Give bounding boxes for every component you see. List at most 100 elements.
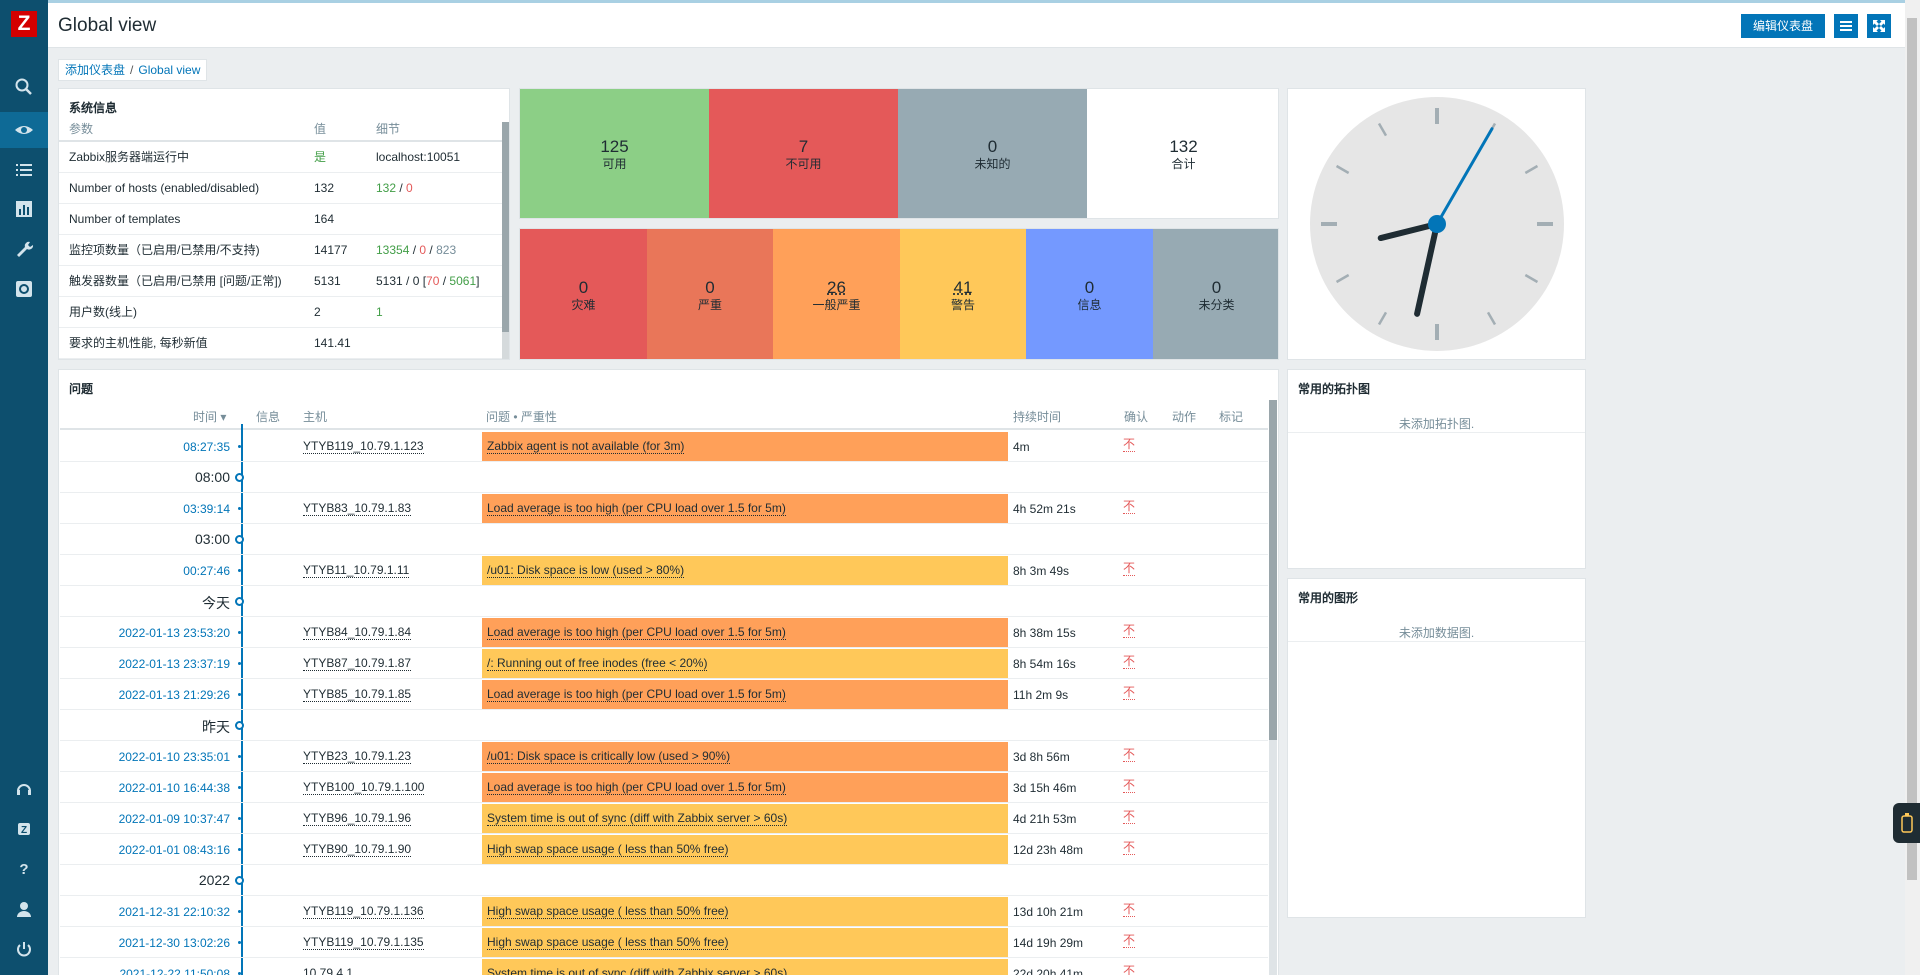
- problem-time-link[interactable]: 2021-12-22 11:50:08: [119, 967, 230, 975]
- problem-host-link[interactable]: YTYB83_10.79.1.83: [303, 502, 411, 516]
- side-panel-tab[interactable]: [1893, 803, 1920, 843]
- column-header-host: 主机: [303, 408, 327, 425]
- eye-icon[interactable]: [0, 112, 48, 148]
- problem-time-link[interactable]: 2022-01-09 10:37:47: [119, 812, 230, 826]
- problem-ack-link[interactable]: 不: [1123, 903, 1135, 917]
- problem-host-link[interactable]: YTYB100_10.79.1.100: [303, 781, 424, 795]
- problem-name-link[interactable]: Load average is too high (per CPU load o…: [487, 780, 786, 795]
- problem-ack-link[interactable]: 不: [1123, 562, 1135, 576]
- severity-warning[interactable]: 41 警告: [900, 229, 1026, 360]
- problem-host-link[interactable]: 10.79.4.1: [303, 967, 353, 975]
- column-header-time[interactable]: 时间 ▾: [193, 408, 226, 425]
- menu-icon[interactable]: [1834, 14, 1858, 38]
- problem-host-link[interactable]: YTYB85_10.79.1.85: [303, 688, 411, 702]
- problem-time-link[interactable]: 2022-01-13 21:29:26: [119, 688, 230, 702]
- severity-count: 0: [1212, 278, 1221, 297]
- zabbix-share-icon[interactable]: Z: [0, 811, 48, 847]
- problem-severity-cell: High swap space usage ( less than 50% fr…: [482, 928, 1008, 957]
- availability-unavailable[interactable]: 7 不可用: [709, 89, 898, 219]
- problem-host-link[interactable]: YTYB84_10.79.1.84: [303, 626, 411, 640]
- problem-host-link[interactable]: YTYB23_10.79.1.23: [303, 750, 411, 764]
- problem-time-link[interactable]: 03:39:14: [183, 502, 230, 516]
- problem-time-link[interactable]: 2022-01-13 23:53:20: [119, 626, 230, 640]
- fullscreen-icon[interactable]: [1867, 14, 1891, 38]
- problem-ack-link[interactable]: 不: [1123, 624, 1135, 638]
- severity-information[interactable]: 0 信息: [1026, 229, 1153, 360]
- problems-scrollbar-thumb[interactable]: [1269, 400, 1277, 740]
- clock-widget: [1287, 88, 1586, 360]
- zabbix-logo[interactable]: Z: [11, 11, 37, 37]
- breadcrumb-current-link[interactable]: Global view: [138, 63, 200, 77]
- problem-name-link[interactable]: Zabbix agent is not available (for 3m): [487, 439, 684, 454]
- problem-time-link[interactable]: 08:27:35: [183, 440, 230, 454]
- availability-label: 可用: [602, 156, 626, 172]
- problem-name-link[interactable]: High swap space usage ( less than 50% fr…: [487, 904, 728, 919]
- help-icon[interactable]: ?: [0, 851, 48, 887]
- favourite-maps-widget: 常用的拓扑图 未添加拓扑图.: [1287, 369, 1586, 569]
- problem-ack-link[interactable]: 不: [1123, 934, 1135, 948]
- breadcrumb-root-link[interactable]: 添加仪表盘: [65, 63, 125, 77]
- search-icon[interactable]: [0, 69, 48, 105]
- page-scrollbar-thumb[interactable]: [1907, 18, 1917, 880]
- detail-prefix: 5131 / 0 [: [376, 274, 426, 288]
- problem-ack-link[interactable]: 不: [1123, 810, 1135, 824]
- headset-icon[interactable]: [0, 771, 48, 807]
- problem-ack-link[interactable]: 不: [1123, 841, 1135, 855]
- problem-host-link[interactable]: YTYB87_10.79.1.87: [303, 657, 411, 671]
- scrollbar-thumb[interactable]: [502, 122, 509, 332]
- problem-ack-link[interactable]: 不: [1123, 779, 1135, 793]
- problem-ack-link[interactable]: 不: [1123, 965, 1135, 975]
- problem-host-link[interactable]: YTYB119_10.79.1.136: [303, 905, 424, 919]
- problem-ack-link[interactable]: 不: [1123, 438, 1135, 452]
- problem-duration: 8h 3m 49s: [1013, 564, 1069, 578]
- problem-ack-link[interactable]: 不: [1123, 655, 1135, 669]
- problem-host-link[interactable]: YTYB96_10.79.1.96: [303, 812, 411, 826]
- problem-name-link[interactable]: /: Running out of free inodes (free < 20…: [487, 656, 707, 671]
- problem-host-link[interactable]: YTYB11_10.79.1.11: [303, 564, 409, 578]
- problem-name-link[interactable]: /u01: Disk space is critically low (used…: [487, 749, 730, 764]
- problem-name-link[interactable]: High swap space usage ( less than 50% fr…: [487, 842, 728, 857]
- problem-name-link[interactable]: Load average is too high (per CPU load o…: [487, 501, 786, 516]
- problem-ack-link[interactable]: 不: [1123, 686, 1135, 700]
- availability-unknown[interactable]: 0 未知的: [898, 89, 1087, 219]
- problem-time-link[interactable]: 00:27:46: [183, 564, 230, 578]
- gear-icon[interactable]: [0, 271, 48, 307]
- divider: [1288, 432, 1585, 433]
- severity-not-classified[interactable]: 0 未分类: [1153, 229, 1279, 360]
- power-icon[interactable]: [0, 931, 48, 967]
- availability-available[interactable]: 125 可用: [520, 89, 709, 219]
- problem-time-link[interactable]: 2021-12-30 13:02:26: [119, 936, 230, 950]
- unsupported-count: 823: [436, 243, 456, 257]
- user-icon[interactable]: [0, 891, 48, 927]
- list-icon[interactable]: [0, 152, 48, 188]
- severity-disaster[interactable]: 0 灾难: [520, 229, 647, 360]
- wrench-icon[interactable]: [0, 231, 48, 267]
- problem-time-link[interactable]: 2022-01-01 08:43:16: [119, 843, 230, 857]
- problem-name-link[interactable]: /u01: Disk space is low (used > 80%): [487, 563, 684, 578]
- problem-host-link[interactable]: YTYB90_10.79.1.90: [303, 843, 411, 857]
- problem-name-link[interactable]: Load average is too high (per CPU load o…: [487, 687, 786, 702]
- problem-severity-cell: System time is out of sync (diff with Za…: [482, 959, 1008, 975]
- column-header-detail: 细节: [366, 117, 510, 141]
- problem-name-link[interactable]: System time is out of sync (diff with Za…: [487, 811, 787, 826]
- problem-name-link[interactable]: Load average is too high (per CPU load o…: [487, 625, 786, 640]
- problem-host-link[interactable]: YTYB119_10.79.1.135: [303, 936, 424, 950]
- problem-name-link[interactable]: High swap space usage ( less than 50% fr…: [487, 935, 728, 950]
- problem-severity-cell: /u01: Disk space is low (used > 80%): [482, 556, 1008, 585]
- problem-ack-link[interactable]: 不: [1123, 500, 1135, 514]
- detail-suffix: ]: [476, 274, 479, 288]
- problem-time-link[interactable]: 2022-01-10 23:35:01: [119, 750, 230, 764]
- problem-time-link[interactable]: 2021-12-31 22:10:32: [119, 905, 230, 919]
- edit-dashboard-button[interactable]: 编辑仪表盘: [1741, 14, 1825, 38]
- problem-ack-link[interactable]: 不: [1123, 748, 1135, 762]
- widget-title: 系统信息: [69, 99, 117, 116]
- chart-icon[interactable]: [0, 191, 48, 227]
- problem-host-link[interactable]: YTYB119_10.79.1.123: [303, 440, 424, 454]
- problem-time-link[interactable]: 2022-01-13 23:37:19: [119, 657, 230, 671]
- severity-high[interactable]: 0 严重: [647, 229, 773, 360]
- problem-time-link[interactable]: 2022-01-10 16:44:38: [119, 781, 230, 795]
- severity-average[interactable]: 26 一般严重: [773, 229, 900, 360]
- timeline-group-row: 昨天: [60, 710, 1268, 741]
- timeline-group-label: 昨天: [202, 717, 230, 737]
- problem-name-link[interactable]: System time is out of sync (diff with Za…: [487, 966, 787, 975]
